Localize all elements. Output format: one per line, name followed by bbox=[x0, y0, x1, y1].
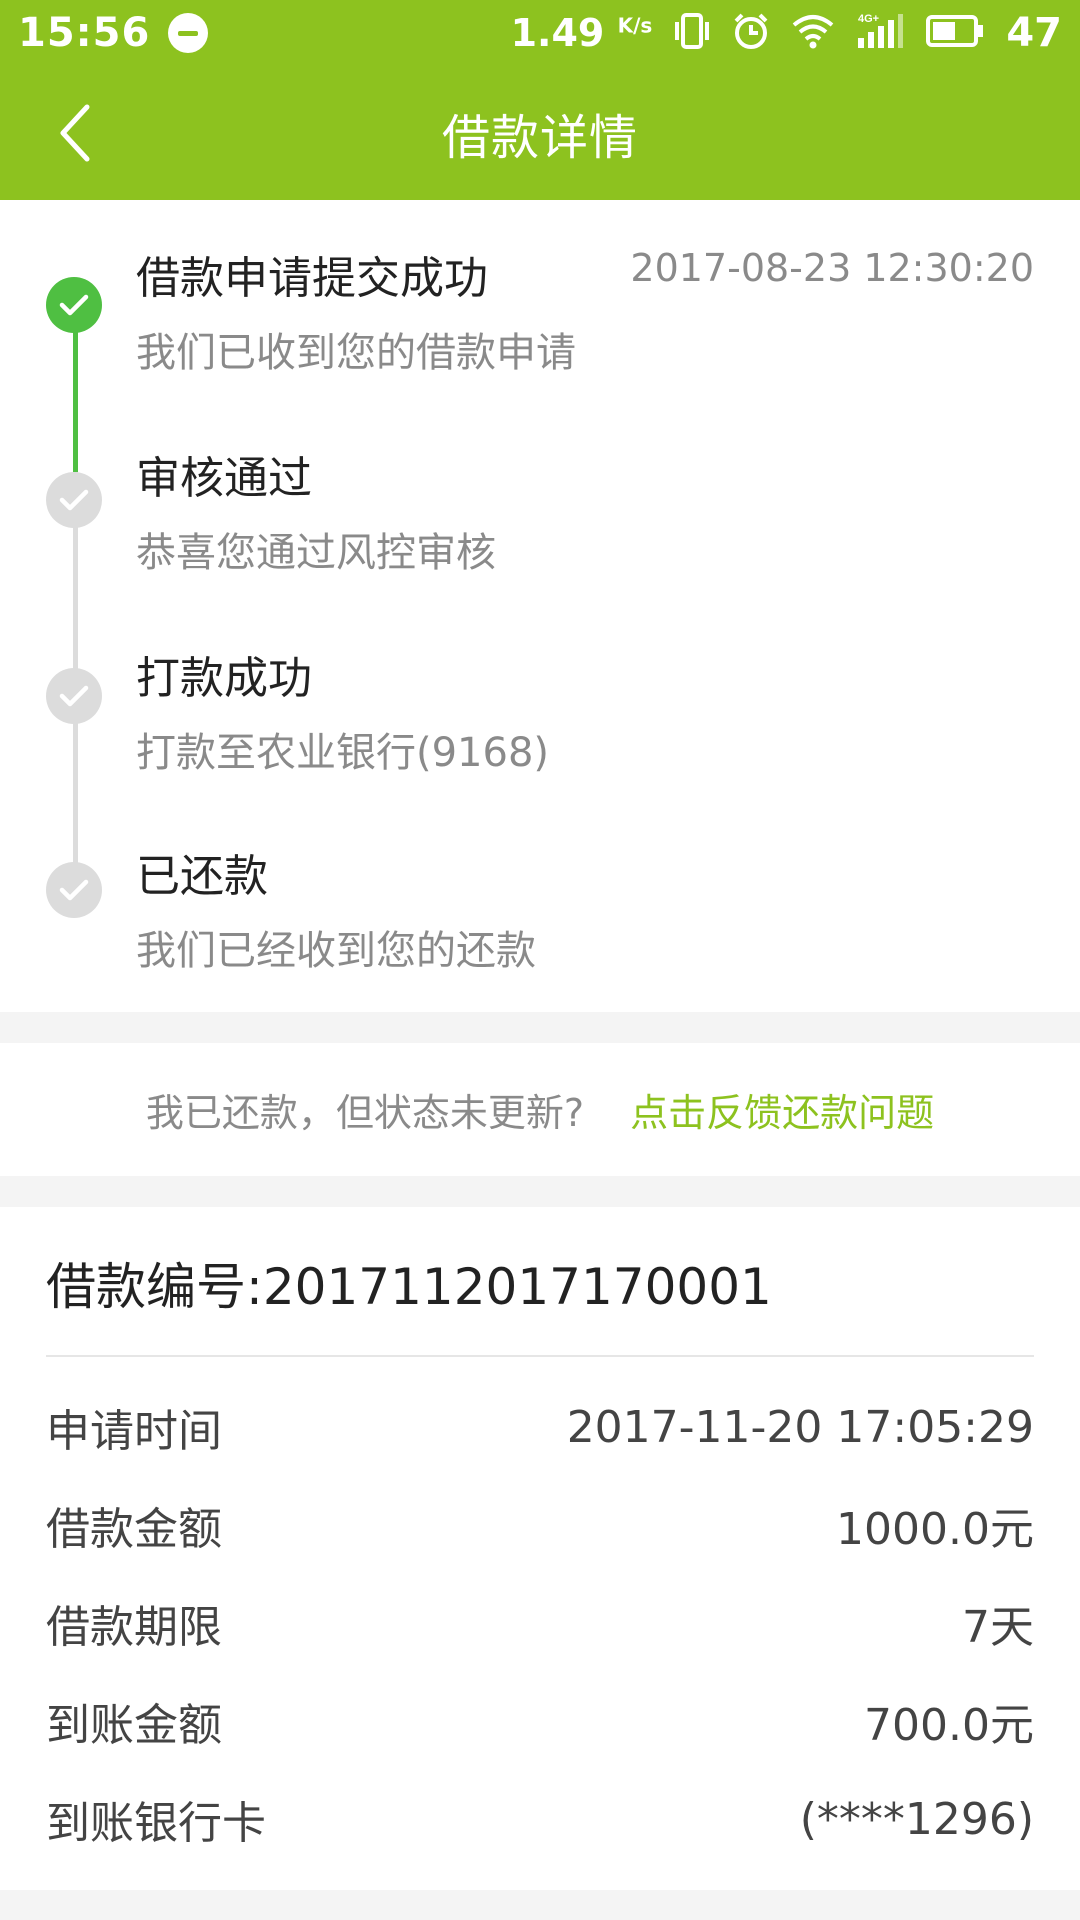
signal-4g-icon: 4G+ bbox=[856, 12, 904, 54]
detail-row-loan-amount: 借款金额 1000.0元 bbox=[46, 1495, 1034, 1555]
loan-progress-timeline: 借款申请提交成功 2017-08-23 12:30:20 我们已收到您的借款申请… bbox=[0, 200, 1080, 1012]
svg-text:4G+: 4G+ bbox=[858, 13, 879, 25]
row-value: 2017-11-20 17:05:29 bbox=[566, 1401, 1034, 1453]
feedback-question: 我已还款，但状态未更新? bbox=[145, 1091, 585, 1135]
timeline-step-approved: 审核通过 恭喜您通过风控审核 bbox=[0, 400, 1080, 600]
detail-row-apply-time: 申请时间 2017-11-20 17:05:29 bbox=[46, 1397, 1034, 1458]
row-value: 7天 bbox=[962, 1602, 1034, 1653]
network-speed-value: 1.49 bbox=[510, 11, 605, 55]
step-title: 已还款 bbox=[136, 851, 268, 902]
network-speed: 1.49 K/s bbox=[511, 11, 653, 55]
back-button[interactable] bbox=[40, 96, 110, 170]
status-bar: 15:56 1.49 K/s 4G+ 47 bbox=[0, 0, 1080, 66]
step-title: 审核通过 bbox=[136, 453, 312, 504]
battery-level: 47 bbox=[1006, 10, 1062, 56]
network-speed-unit: K/s bbox=[617, 13, 653, 38]
step-title: 借款申请提交成功 bbox=[136, 253, 488, 304]
check-circle-icon bbox=[46, 668, 102, 724]
row-label: 借款期限 bbox=[46, 1602, 222, 1653]
timeline-step-submitted: 借款申请提交成功 2017-08-23 12:30:20 我们已收到您的借款申请 bbox=[0, 200, 1080, 400]
check-circle-icon bbox=[46, 277, 102, 333]
step-subtitle: 恭喜您通过风控审核 bbox=[136, 530, 496, 576]
loan-details-card: 借款编号:2017112017170001 申请时间 2017-11-20 17… bbox=[0, 1207, 1080, 1890]
message-notification-icon bbox=[168, 13, 209, 53]
detail-row-received-amount: 到账金额 700.0元 bbox=[46, 1691, 1034, 1751]
row-label: 申请时间 bbox=[46, 1406, 222, 1457]
vibrate-icon bbox=[674, 12, 710, 54]
battery-icon bbox=[926, 14, 984, 52]
repayment-feedback-bar: 我已还款，但状态未更新? 点击反馈还款问题 bbox=[0, 1043, 1080, 1176]
divider bbox=[46, 1355, 1034, 1357]
status-icons: 1.49 K/s 4G+ 47 bbox=[511, 10, 1062, 56]
wifi-icon bbox=[792, 13, 834, 53]
timeline-step-disbursed: 打款成功 打款至农业银行(9168) bbox=[0, 600, 1080, 800]
step-subtitle: 我们已收到您的借款申请 bbox=[136, 330, 576, 376]
feedback-link[interactable]: 点击反馈还款问题 bbox=[630, 1082, 934, 1137]
row-value: 700.0元 bbox=[864, 1700, 1034, 1751]
status-time: 15:56 bbox=[18, 10, 151, 56]
row-label: 借款金额 bbox=[46, 1504, 222, 1555]
detail-row-loan-term: 借款期限 7天 bbox=[46, 1593, 1034, 1653]
step-time: 2017-08-23 12:30:20 bbox=[630, 246, 1034, 290]
row-value: (****1296) bbox=[799, 1793, 1034, 1845]
step-title: 打款成功 bbox=[136, 653, 312, 704]
app-header: 借款详情 bbox=[0, 66, 1080, 200]
row-label: 到账金额 bbox=[46, 1700, 222, 1751]
check-circle-icon bbox=[46, 862, 102, 918]
detail-row-bank-card: 到账银行卡 (****1296) bbox=[46, 1789, 1034, 1850]
loan-number: 借款编号:2017112017170001 bbox=[46, 1258, 772, 1316]
timeline-step-repaid: 已还款 我们已经收到您的还款 bbox=[0, 798, 1080, 998]
page-title: 借款详情 bbox=[441, 110, 638, 166]
chevron-left-icon bbox=[60, 104, 90, 162]
row-label: 到账银行卡 bbox=[46, 1798, 266, 1849]
step-subtitle: 打款至农业银行(9168) bbox=[136, 730, 550, 776]
step-subtitle: 我们已经收到您的还款 bbox=[136, 928, 536, 974]
check-circle-icon bbox=[46, 472, 102, 528]
alarm-icon bbox=[732, 12, 770, 54]
row-value: 1000.0元 bbox=[836, 1504, 1034, 1555]
